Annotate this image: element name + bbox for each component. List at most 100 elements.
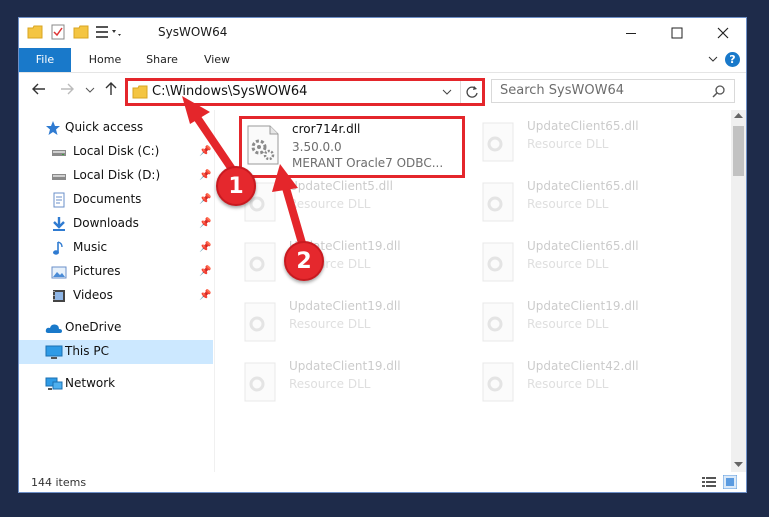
documents-icon [51, 192, 67, 208]
file-tile[interactable]: UpdateClient42.dll Resource DLL [477, 356, 697, 412]
search-input[interactable]: Search SysWOW64 [500, 83, 624, 98]
sidebar-item-music[interactable]: Music 📌 [19, 236, 213, 260]
scroll-down-icon[interactable] [734, 462, 743, 468]
navigation-pane: Quick access Local Disk (C:) 📌 Local Dis… [19, 110, 213, 470]
vertical-scrollbar[interactable] [731, 110, 746, 472]
search-field[interactable]: Search SysWOW64 [491, 79, 735, 103]
file-type: Resource DLL [527, 257, 609, 271]
file-name: UpdateClient19.dll [289, 359, 401, 373]
music-icon [51, 240, 67, 256]
dll-file-icon [481, 182, 517, 222]
download-icon [51, 216, 67, 232]
file-type: Resource DLL [289, 377, 371, 391]
back-arrow-icon[interactable] [31, 81, 47, 97]
file-tile-cror714r[interactable]: cror714r.dll 3.50.0.0 MERANT Oracle7 ODB… [239, 116, 465, 178]
file-name: UpdateClient65.dll [527, 239, 639, 253]
step-marker-1: 1 [216, 166, 256, 206]
close-button[interactable] [700, 18, 746, 48]
dll-file-icon [481, 242, 517, 282]
file-tile[interactable]: UpdateClient19.dll Resource DLL [477, 296, 697, 352]
address-path: C:\Windows\SysWOW64 [152, 84, 308, 99]
up-arrow-icon[interactable] [103, 81, 119, 97]
tab-file[interactable]: File [19, 48, 71, 72]
minimize-button[interactable] [608, 18, 654, 48]
sidebar-item-label: Videos [73, 288, 113, 302]
sidebar-item-label: OneDrive [65, 320, 122, 334]
sidebar-item-this-pc[interactable]: This PC [19, 340, 213, 364]
dll-file-icon [481, 362, 517, 402]
file-type: Resource DLL [527, 377, 609, 391]
file-tile[interactable]: UpdateClient5.dll Resource DLL [239, 176, 459, 232]
file-tile[interactable]: UpdateClient19.dll Resource DLL [239, 356, 459, 412]
file-tile[interactable]: UpdateClient19.dll Resource DLL [239, 236, 459, 292]
scrollbar-thumb[interactable] [733, 126, 744, 176]
file-type: Resource DLL [527, 137, 609, 151]
new-folder-icon[interactable] [73, 24, 89, 40]
sidebar-item-label: This PC [65, 344, 109, 358]
star-icon [45, 120, 61, 136]
ribbon: File Home Share View ? [19, 48, 746, 73]
sidebar-item-label: Music [73, 240, 108, 254]
forward-arrow-icon[interactable] [59, 81, 75, 97]
dll-file-icon [481, 122, 517, 162]
refresh-icon[interactable] [465, 84, 479, 100]
pin-icon[interactable]: 📌 [199, 290, 211, 301]
pin-icon[interactable]: 📌 [199, 266, 211, 277]
sidebar-item-local-disk-c[interactable]: Local Disk (C:) 📌 [19, 140, 213, 164]
dll-file-icon [481, 302, 517, 342]
address-bar-row: C:\Windows\SysWOW64 Search SysWOW64 [19, 73, 746, 109]
sidebar-item-pictures[interactable]: Pictures 📌 [19, 260, 213, 284]
sidebar-item-documents[interactable]: Documents 📌 [19, 188, 213, 212]
item-count: 144 items [31, 476, 87, 489]
file-tile[interactable]: UpdateClient19.dll Resource DLL [239, 296, 459, 352]
sidebar-item-label: Documents [73, 192, 142, 206]
step-marker-2: 2 [284, 241, 324, 281]
file-name: UpdateClient19.dll [289, 299, 401, 313]
file-type: Resource DLL [289, 197, 371, 211]
dll-file-icon [243, 362, 279, 402]
folder-icon [27, 24, 43, 40]
file-version: 3.50.0.0 [292, 140, 342, 154]
recent-locations-chevron-icon[interactable] [85, 85, 95, 95]
tab-share[interactable]: Share [139, 48, 185, 72]
address-field[interactable]: C:\Windows\SysWOW64 [125, 78, 485, 106]
pin-icon[interactable]: 📌 [199, 218, 211, 229]
large-icons-view-icon[interactable] [723, 475, 737, 489]
dll-file-icon [243, 242, 279, 282]
sidebar-item-local-disk-d[interactable]: Local Disk (D:) 📌 [19, 164, 213, 188]
window-title: SysWOW64 [158, 25, 228, 39]
tab-view[interactable]: View [195, 48, 239, 72]
sidebar-item-quick-access[interactable]: Quick access [19, 116, 213, 140]
sidebar-item-label: Downloads [73, 216, 139, 230]
address-dropdown-chevron-icon[interactable] [442, 87, 452, 97]
status-bar: 144 items [19, 472, 746, 492]
sidebar-item-label: Pictures [73, 264, 121, 278]
file-tile[interactable]: UpdateClient65.dll Resource DLL [477, 116, 697, 172]
pin-icon[interactable]: 📌 [199, 170, 211, 181]
minimize-icon [626, 33, 636, 34]
details-view-icon[interactable] [702, 476, 716, 488]
maximize-icon [671, 27, 683, 39]
sidebar-item-label: Local Disk (D:) [73, 168, 161, 182]
file-tile[interactable]: UpdateClient65.dll Resource DLL [477, 236, 697, 292]
customize-toolbar-icon[interactable] [95, 24, 121, 40]
pin-icon[interactable]: 📌 [199, 242, 211, 253]
maximize-button[interactable] [654, 18, 700, 48]
pin-icon[interactable]: 📌 [199, 146, 211, 157]
file-tile[interactable]: UpdateClient65.dll Resource DLL [477, 176, 697, 232]
sidebar-item-network[interactable]: Network [19, 372, 213, 396]
expand-ribbon-icon[interactable] [708, 54, 718, 64]
pin-icon[interactable]: 📌 [199, 194, 211, 205]
help-button[interactable]: ? [725, 52, 740, 67]
tab-home[interactable]: Home [81, 48, 129, 72]
search-icon[interactable] [712, 84, 726, 98]
scroll-up-icon[interactable] [734, 113, 743, 119]
computer-icon [45, 344, 63, 360]
sidebar-item-downloads[interactable]: Downloads 📌 [19, 212, 213, 236]
drive-icon [51, 144, 67, 160]
properties-icon[interactable] [51, 24, 65, 40]
sidebar-item-onedrive[interactable]: OneDrive [19, 316, 213, 340]
file-name: UpdateClient42.dll [527, 359, 639, 373]
file-description: MERANT Oracle7 ODBC... [292, 156, 444, 170]
sidebar-item-videos[interactable]: Videos 📌 [19, 284, 213, 308]
